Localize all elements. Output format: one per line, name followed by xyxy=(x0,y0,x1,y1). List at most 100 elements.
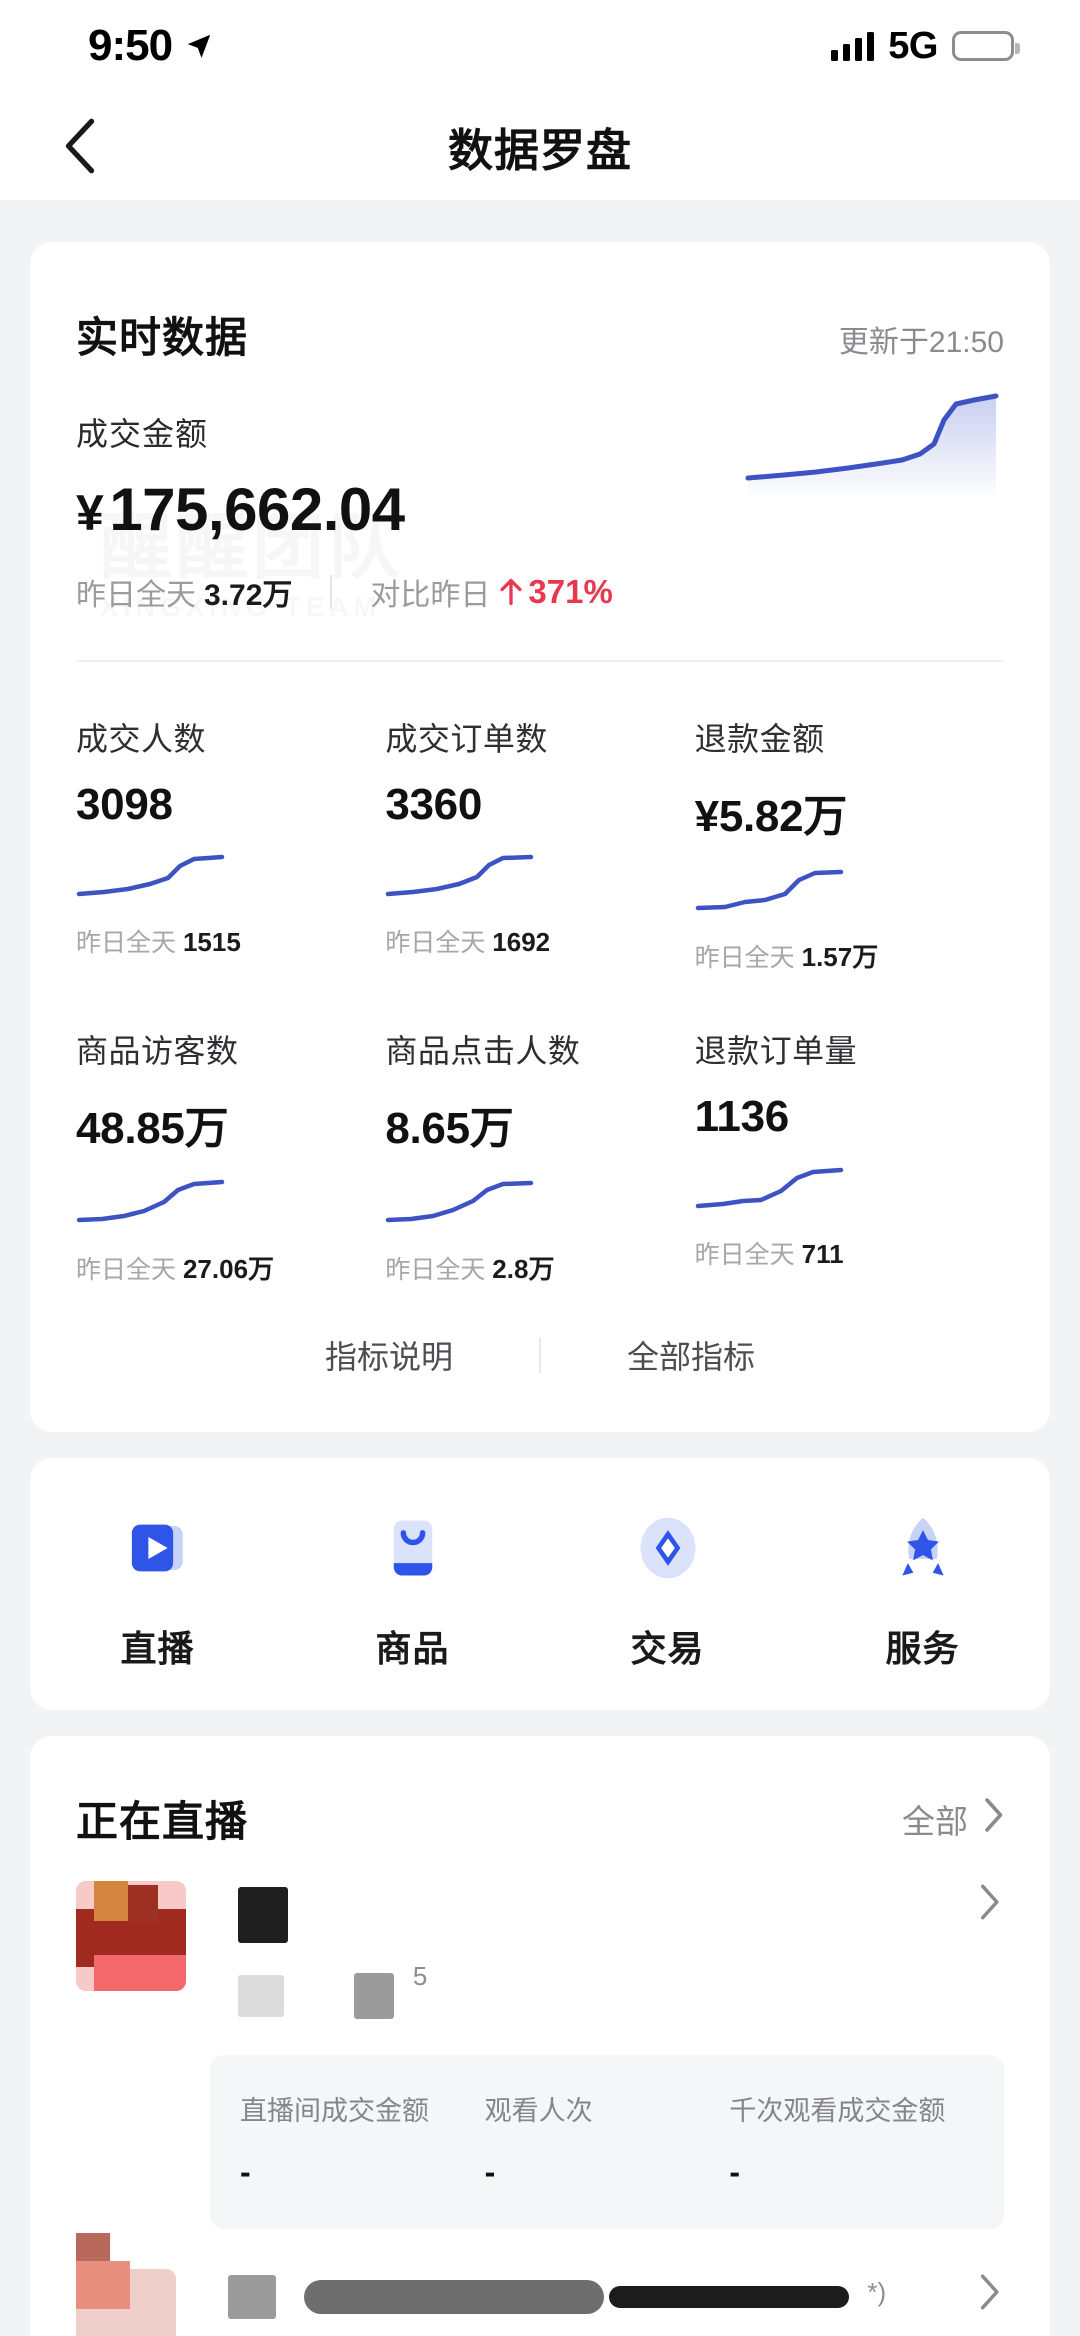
live-play-icon xyxy=(112,1502,204,1594)
metric-sub-value: 2.8万 xyxy=(492,1254,554,1284)
metric-value: 3360 xyxy=(385,780,694,830)
metric-sparkline-chart xyxy=(76,852,226,900)
metric-sub: 昨日全天 1692 xyxy=(385,923,694,959)
metric-cell-0[interactable]: 成交人数 3098 昨日全天 1515 xyxy=(76,662,385,974)
indicator-description-link[interactable]: 指标说明 xyxy=(239,1332,539,1378)
quick-nav-label: 服务 xyxy=(885,1620,959,1672)
metric-cell-3[interactable]: 商品访客数 48.85万 昨日全天 27.06万 xyxy=(76,974,385,1286)
metric-sub: 昨日全天 2.8万 xyxy=(385,1249,694,1286)
redacted-name xyxy=(228,2275,276,2319)
redacted-bar-2 xyxy=(609,2286,849,2308)
chevron-right-icon[interactable] xyxy=(978,2273,1000,2316)
live-streaming-card: 正在直播 全部 5 xyxy=(30,1736,1050,2336)
nav-bar: 数据罗盘 xyxy=(0,92,1080,200)
arrow-up-icon xyxy=(498,578,524,606)
live-stat-0: 直播间成交金额 - xyxy=(240,2089,485,2191)
live-item-info: *) xyxy=(176,2269,1004,2319)
metric-value: 8.65万 xyxy=(385,1092,694,1156)
quick-nav-item-trade[interactable]: 交易 xyxy=(540,1502,795,1672)
currency-symbol: ¥ xyxy=(76,484,103,542)
status-bar-left: 9:50 xyxy=(88,21,214,71)
realtime-card-footer: 指标说明 全部指标 xyxy=(30,1286,1050,1432)
realtime-updated-time: 更新于21:50 xyxy=(839,317,1004,361)
metric-sub-label: 昨日全天 xyxy=(385,929,485,957)
quick-nav-item-live[interactable]: 直播 xyxy=(30,1502,285,1672)
quick-nav-row: 直播 商品 xyxy=(30,1458,1050,1710)
chevron-right-icon[interactable] xyxy=(978,1883,1000,1926)
hero-sparkline-chart xyxy=(744,390,1004,500)
divider xyxy=(330,575,332,609)
hero-yesterday-value: 3.72万 xyxy=(204,570,292,614)
quick-nav-label: 交易 xyxy=(630,1620,704,1672)
live-header: 正在直播 全部 xyxy=(30,1736,1050,1849)
live-stat-label: 观看人次 xyxy=(485,2089,730,2128)
live-thumbnail xyxy=(76,2269,176,2336)
metric-cell-5[interactable]: 退款订单量 1136 昨日全天 711 xyxy=(695,974,1004,1286)
app-screen: 9:50 5G 数据罗盘 醒醒团队 XINGXING TEAM 实时数据 xyxy=(0,0,1080,2336)
metric-sub-label: 昨日全天 xyxy=(695,1241,795,1269)
live-stat-label: 直播间成交金额 xyxy=(240,2089,485,2128)
status-bar: 9:50 5G xyxy=(0,0,1080,92)
realtime-title: 实时数据 xyxy=(76,304,248,365)
redacted-bar xyxy=(304,2280,604,2314)
live-stat-label: 千次观看成交金额 xyxy=(729,2089,974,2128)
metric-value: ¥5.82万 xyxy=(695,780,1004,844)
metric-sub-label: 昨日全天 xyxy=(695,944,795,972)
hero-compare-label: 对比昨日 xyxy=(370,570,490,614)
back-button[interactable] xyxy=(52,118,108,174)
quick-nav-label: 直播 xyxy=(120,1620,194,1672)
metric-sparkline-chart xyxy=(385,852,535,900)
quick-nav-label: 商品 xyxy=(375,1620,449,1672)
metric-sub: 昨日全天 711 xyxy=(695,1235,1004,1271)
quick-nav-item-goods[interactable]: 商品 xyxy=(285,1502,540,1672)
live-list-item-2[interactable]: *) xyxy=(30,2229,1050,2336)
metric-label: 退款订单量 xyxy=(695,1026,1004,1072)
metric-value: 48.85万 xyxy=(76,1092,385,1156)
shopping-bag-icon xyxy=(367,1502,459,1594)
network-label: 5G xyxy=(888,25,938,68)
metric-value: 3098 xyxy=(76,780,385,830)
metric-cell-2[interactable]: 退款金额 ¥5.82万 昨日全天 1.57万 xyxy=(695,662,1004,974)
chevron-right-icon xyxy=(982,1797,1004,1841)
metric-sub: 昨日全天 1.57万 xyxy=(695,937,1004,974)
metric-sub: 昨日全天 1515 xyxy=(76,923,385,959)
status-time: 9:50 xyxy=(88,21,172,71)
live-item-stats: 直播间成交金额 - 观看人次 - 千次观看成交金额 - xyxy=(210,2055,1004,2229)
chevron-left-icon xyxy=(63,118,97,174)
live-list-item-1[interactable]: 5 xyxy=(30,1849,1050,2019)
metric-cell-1[interactable]: 成交订单数 3360 昨日全天 1692 xyxy=(385,662,694,974)
quick-nav-card: 直播 商品 xyxy=(30,1458,1050,1710)
realtime-data-card: 醒醒团队 XINGXING TEAM 实时数据 更新于21:50 成交金额 ¥ … xyxy=(30,242,1050,1432)
metric-sub-label: 昨日全天 xyxy=(76,929,176,957)
battery-icon xyxy=(952,31,1014,61)
metric-value: 1136 xyxy=(695,1092,1004,1142)
metric-sub-value: 1515 xyxy=(183,927,241,957)
live-view-all-label: 全部 xyxy=(902,1795,968,1843)
metric-sparkline-chart xyxy=(695,1164,845,1212)
redacted-name xyxy=(238,1887,288,1943)
hero-compare-value-wrap: 371% xyxy=(498,573,612,611)
status-bar-right: 5G xyxy=(831,25,1014,68)
metric-label: 退款金额 xyxy=(695,714,1004,760)
quick-nav-item-service[interactable]: 服务 xyxy=(795,1502,1050,1672)
redacted-tag-1 xyxy=(238,1975,284,2017)
live-stat-value: - xyxy=(240,2154,485,2191)
metric-label: 成交人数 xyxy=(76,714,385,760)
metric-cell-4[interactable]: 商品点击人数 8.65万 昨日全天 2.8万 xyxy=(385,974,694,1286)
metric-sparkline-chart xyxy=(385,1178,535,1226)
rocket-star-icon xyxy=(877,1502,969,1594)
metric-label: 商品点击人数 xyxy=(385,1026,694,1072)
redacted-tag-2 xyxy=(354,1973,394,2019)
all-indicators-link[interactable]: 全部指标 xyxy=(541,1332,841,1378)
live-item-meta: *) xyxy=(867,2277,886,2307)
live-view-all-button[interactable]: 全部 xyxy=(902,1795,1004,1843)
hero-compare-value: 371% xyxy=(528,573,612,611)
page-title: 数据罗盘 xyxy=(448,114,632,179)
metric-sub-value: 1.57万 xyxy=(802,942,879,972)
live-item-meta: 5 xyxy=(413,1961,427,1991)
metric-sub-label: 昨日全天 xyxy=(385,1256,485,1284)
metric-sub-value: 1692 xyxy=(492,927,550,957)
realtime-header: 实时数据 更新于21:50 xyxy=(30,242,1050,365)
diamond-icon xyxy=(622,1502,714,1594)
live-stat-2: 千次观看成交金额 - xyxy=(729,2089,974,2191)
